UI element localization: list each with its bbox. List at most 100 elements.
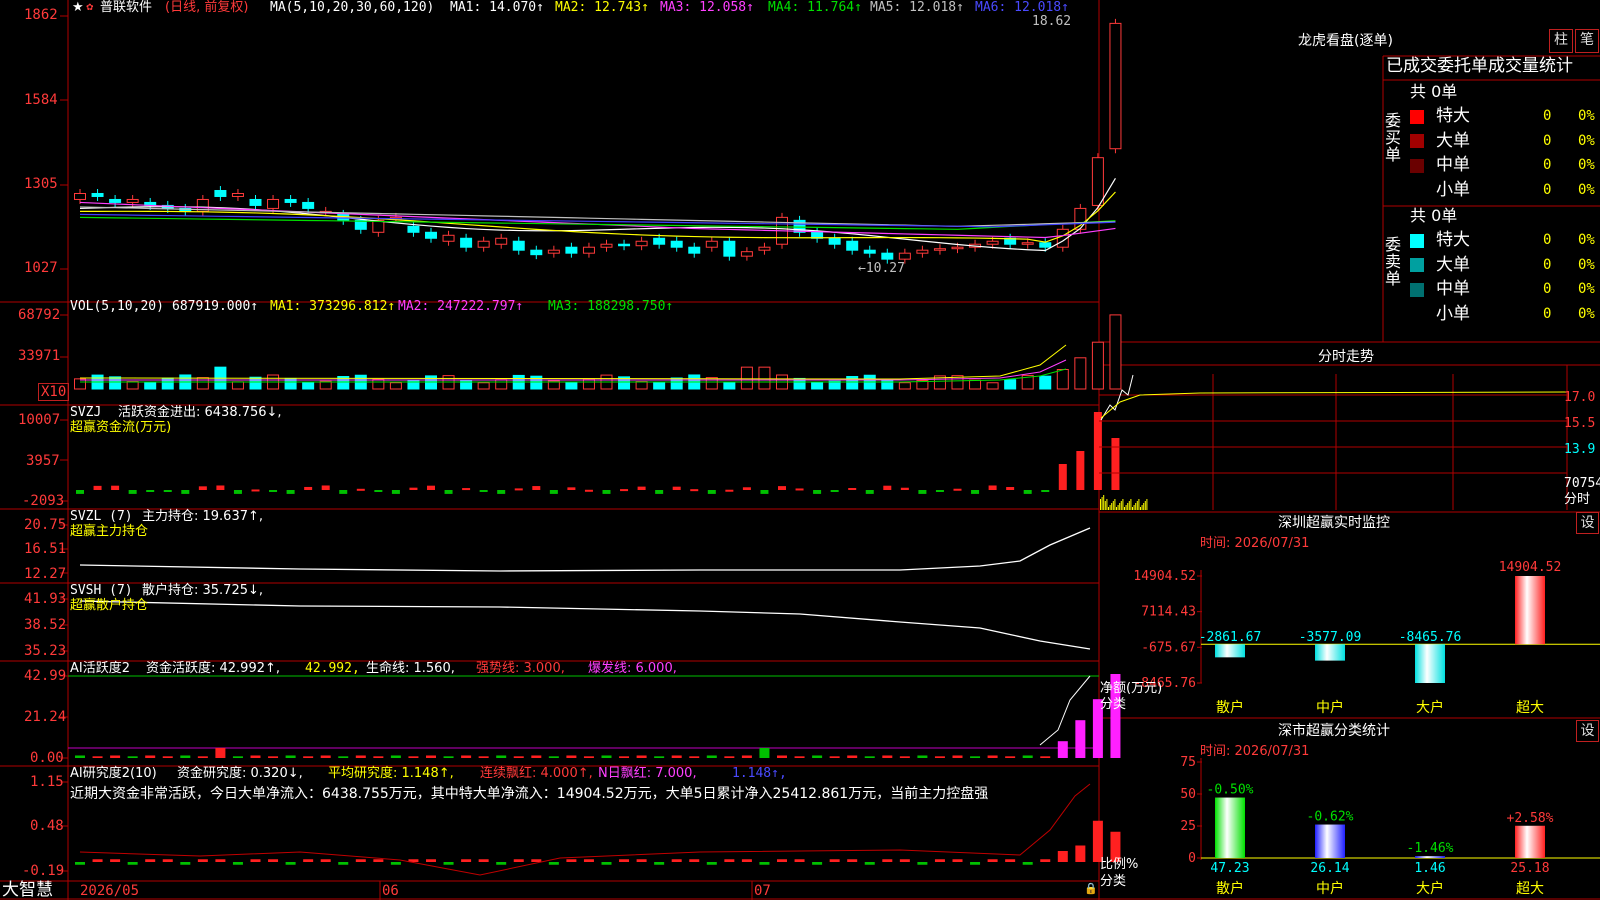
svzj-bar — [778, 486, 786, 490]
research-bar — [899, 859, 910, 862]
tick-mode-button[interactable]: 笔 — [1575, 29, 1599, 53]
svzj-bar — [269, 490, 278, 492]
lock-icon[interactable]: 🔒 — [1084, 881, 1098, 897]
stock-chart-canvas[interactable]: 14904.52 7114.43 -675.67 -8465.76 -2861.67 散户… — [0, 0, 1600, 900]
research-bar — [426, 859, 436, 862]
intraday-vol-bar — [1127, 503, 1129, 510]
active-bar — [92, 756, 103, 758]
ai-active-strong: 强势线: 3.000, — [476, 661, 565, 676]
candle-body — [705, 240, 718, 248]
classify-tick: 25 — [1180, 819, 1196, 834]
monitor-category: 散户 — [1216, 699, 1244, 716]
svzj-bar — [935, 490, 944, 492]
active-bar — [987, 755, 998, 758]
candle-body — [916, 249, 929, 254]
svzl-label: 主力持仓: 19.637↑, — [142, 509, 264, 524]
research-bar — [566, 859, 577, 862]
intraday-title: 分时走势 — [1318, 349, 1374, 365]
order-swatch — [1410, 307, 1424, 323]
active-bar — [1057, 741, 1068, 758]
settings-icon[interactable]: ✿ — [86, 0, 94, 16]
monitor-settings-button[interactable]: 设 — [1576, 512, 1599, 534]
sell-side-label: 委卖单 — [1385, 235, 1402, 288]
intraday-vol-bar — [1133, 505, 1135, 510]
research-bar — [777, 859, 787, 862]
vol-unit-badge[interactable]: X10 — [38, 383, 70, 401]
svzj-bar — [497, 490, 506, 494]
svzj-bar — [514, 488, 523, 491]
ai-research-tick: 1.15 — [30, 774, 64, 790]
monitor-bar — [1315, 644, 1345, 661]
active-bar — [496, 755, 507, 758]
order-size-label: 小单 — [1436, 179, 1470, 200]
classify-category: 大户 — [1416, 880, 1444, 897]
svzl-sub: 超赢主力持仓 — [70, 524, 149, 539]
star-icon[interactable]: ★ — [72, 0, 84, 16]
svzj-bar — [374, 490, 383, 492]
classify-settings-button[interactable]: 设 — [1576, 720, 1599, 742]
research-bar — [92, 859, 103, 862]
color-swatch-icon — [1410, 109, 1424, 124]
candle-body — [109, 198, 122, 203]
vol-ma1-line — [79, 344, 1067, 380]
volume-bar — [1074, 357, 1087, 390]
classify-value: 26.14 — [1310, 861, 1349, 876]
svsh-tick: 35.23 — [24, 643, 67, 659]
candle-body — [407, 225, 420, 233]
vol-tick: 68792 — [18, 307, 61, 323]
vol-params: VOL(5,10,20) — [70, 299, 164, 314]
volume-bar — [705, 377, 718, 390]
active-bar — [759, 747, 770, 758]
research-bar — [320, 859, 331, 862]
active-bar — [812, 755, 823, 758]
active-bar — [355, 755, 366, 758]
svzj-bar — [725, 489, 734, 492]
active-bar — [1075, 720, 1086, 758]
candle-body — [302, 201, 315, 209]
monitor-category: 大户 — [1416, 699, 1444, 716]
research-bar — [75, 862, 85, 865]
research-bar — [917, 862, 928, 865]
svzj-bar — [883, 485, 892, 490]
svzj-bar — [1041, 490, 1050, 492]
volume-bar — [126, 381, 139, 390]
research-bar — [443, 862, 454, 865]
candle-body — [846, 240, 859, 251]
candle-body — [635, 240, 648, 247]
svzj-bar — [479, 490, 488, 492]
brand-logo[interactable]: 大智慧 — [2, 881, 53, 900]
bar-mode-button[interactable]: 柱 — [1549, 29, 1573, 53]
svzj-bar — [1006, 487, 1015, 490]
volume-bar — [1091, 341, 1104, 390]
order-swatch — [1410, 233, 1424, 249]
max-price-label: 18.62 — [1032, 14, 1072, 29]
candle-body — [126, 198, 139, 203]
intraday-vol-bar — [1120, 501, 1122, 510]
svzj-bar — [655, 490, 664, 494]
intraday-vol-bar — [1106, 499, 1108, 510]
classify-change: -0.62% — [1307, 810, 1354, 825]
intraday-vol-bar — [1135, 503, 1137, 510]
active-bar — [1040, 756, 1051, 758]
order-pct: 0% — [1578, 281, 1595, 298]
candle-body — [1039, 242, 1052, 248]
period-label[interactable]: (日线, 前复权) — [165, 0, 248, 16]
svzj-bar — [1093, 412, 1102, 490]
intraday-tick: 15.5 — [1564, 416, 1596, 431]
svzj-bar — [321, 485, 330, 490]
svzj-bar — [865, 490, 874, 494]
research-bar — [531, 859, 542, 862]
order-swatch — [1410, 109, 1424, 125]
volume-bar — [740, 366, 753, 390]
ai-research-comment: 近期大资金非常活跃，今日大单净流入：6438.755万元，其中特大单净流入：14… — [70, 786, 989, 802]
volume-bar — [898, 382, 911, 390]
active-bar — [285, 755, 296, 758]
svzj-bar — [1023, 490, 1032, 494]
svzj-bar — [251, 489, 260, 492]
order-count: 0 — [1543, 281, 1552, 298]
candle-body — [986, 240, 999, 245]
order-swatch — [1410, 258, 1424, 274]
research-bar — [934, 859, 945, 862]
active-bar — [338, 756, 349, 758]
candle-body — [1021, 242, 1034, 245]
